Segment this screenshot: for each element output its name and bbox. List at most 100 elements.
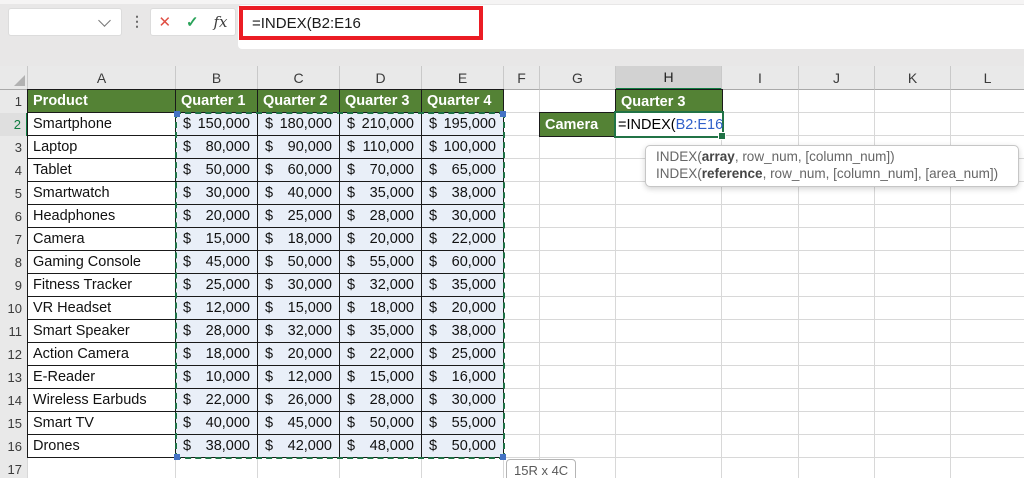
value-cell[interactable]: $32,000 bbox=[258, 320, 340, 343]
row-header-1[interactable]: 1 bbox=[0, 90, 28, 113]
select-all-corner[interactable] bbox=[0, 66, 28, 90]
row-header-13[interactable]: 13 bbox=[0, 366, 28, 389]
value-cell[interactable]: $90,000 bbox=[258, 136, 340, 159]
product-cell[interactable]: E-Reader bbox=[28, 366, 176, 389]
value-cell[interactable]: $30,000 bbox=[176, 182, 258, 205]
value-cell[interactable]: $22,000 bbox=[422, 228, 504, 251]
value-cell[interactable]: $55,000 bbox=[340, 251, 422, 274]
table-header-cell[interactable]: Quarter 2 bbox=[258, 90, 340, 113]
value-cell[interactable]: $50,000 bbox=[340, 412, 422, 435]
value-cell[interactable]: $50,000 bbox=[258, 251, 340, 274]
row-header-7[interactable]: 7 bbox=[0, 228, 28, 251]
value-cell[interactable]: $15,000 bbox=[258, 297, 340, 320]
value-cell[interactable]: $100,000 bbox=[422, 136, 504, 159]
value-cell[interactable]: $25,000 bbox=[422, 343, 504, 366]
value-cell[interactable]: $38,000 bbox=[176, 435, 258, 458]
value-cell[interactable]: $18,000 bbox=[340, 297, 422, 320]
chevron-down-icon[interactable] bbox=[98, 13, 111, 27]
cell-H2-formula-editor[interactable]: =INDEX(B2:E16 bbox=[614, 111, 726, 140]
value-cell[interactable]: $55,000 bbox=[422, 412, 504, 435]
value-cell[interactable]: $210,000 bbox=[340, 113, 422, 136]
row-header-15[interactable]: 15 bbox=[0, 412, 28, 435]
fill-handle[interactable] bbox=[718, 132, 726, 140]
value-cell[interactable]: $50,000 bbox=[422, 435, 504, 458]
column-header-B[interactable]: B bbox=[176, 66, 258, 90]
value-cell[interactable]: $22,000 bbox=[340, 343, 422, 366]
row-header-4[interactable]: 4 bbox=[0, 159, 28, 182]
value-cell[interactable]: $30,000 bbox=[258, 274, 340, 297]
product-cell[interactable]: Drones bbox=[28, 435, 176, 458]
value-cell[interactable]: $25,000 bbox=[258, 205, 340, 228]
product-cell[interactable]: Smartphone bbox=[28, 113, 176, 136]
value-cell[interactable]: $15,000 bbox=[176, 228, 258, 251]
row-header-6[interactable]: 6 bbox=[0, 205, 28, 228]
value-cell[interactable]: $110,000 bbox=[340, 136, 422, 159]
row-header-11[interactable]: 11 bbox=[0, 320, 28, 343]
value-cell[interactable]: $28,000 bbox=[176, 320, 258, 343]
product-cell[interactable]: Tablet bbox=[28, 159, 176, 182]
table-header-cell[interactable]: Product bbox=[28, 90, 176, 113]
product-cell[interactable]: Smart Speaker bbox=[28, 320, 176, 343]
row-header-3[interactable]: 3 bbox=[0, 136, 28, 159]
column-header-A[interactable]: A bbox=[28, 66, 176, 90]
name-box[interactable] bbox=[8, 8, 122, 36]
value-cell[interactable]: $10,000 bbox=[176, 366, 258, 389]
value-cell[interactable]: $12,000 bbox=[176, 297, 258, 320]
product-cell[interactable]: Smart TV bbox=[28, 412, 176, 435]
product-cell[interactable]: Headphones bbox=[28, 205, 176, 228]
product-cell[interactable]: Laptop bbox=[28, 136, 176, 159]
row-header-8[interactable]: 8 bbox=[0, 251, 28, 274]
column-header-J[interactable]: J bbox=[799, 66, 875, 90]
value-cell[interactable]: $40,000 bbox=[258, 182, 340, 205]
value-cell[interactable]: $30,000 bbox=[422, 205, 504, 228]
value-cell[interactable]: $42,000 bbox=[258, 435, 340, 458]
table-header-cell[interactable]: Quarter 1 bbox=[176, 90, 258, 113]
value-cell[interactable]: $15,000 bbox=[340, 366, 422, 389]
product-cell[interactable]: Smartwatch bbox=[28, 182, 176, 205]
column-header-H[interactable]: H bbox=[616, 66, 722, 90]
row-header-9[interactable]: 9 bbox=[0, 274, 28, 297]
value-cell[interactable]: $25,000 bbox=[176, 274, 258, 297]
column-header-F[interactable]: F bbox=[504, 66, 540, 90]
more-options-icon[interactable]: ⋮ bbox=[130, 8, 144, 34]
value-cell[interactable]: $20,000 bbox=[258, 343, 340, 366]
product-cell[interactable]: Action Camera bbox=[28, 343, 176, 366]
column-header-C[interactable]: C bbox=[258, 66, 340, 90]
value-cell[interactable]: $26,000 bbox=[258, 389, 340, 412]
row-header-14[interactable]: 14 bbox=[0, 389, 28, 412]
product-cell[interactable]: Gaming Console bbox=[28, 251, 176, 274]
formula-bar[interactable]: =INDEX(B2:E16 bbox=[238, 5, 1024, 49]
row-header-17[interactable]: 17 bbox=[0, 458, 28, 478]
row-header-10[interactable]: 10 bbox=[0, 297, 28, 320]
cell-G2-criteria[interactable]: Camera bbox=[539, 112, 617, 137]
value-cell[interactable]: $150,000 bbox=[176, 113, 258, 136]
value-cell[interactable]: $20,000 bbox=[340, 228, 422, 251]
value-cell[interactable]: $16,000 bbox=[422, 366, 504, 389]
value-cell[interactable]: $20,000 bbox=[176, 205, 258, 228]
cancel-icon[interactable]: ✕ bbox=[158, 15, 171, 30]
column-header-I[interactable]: I bbox=[722, 66, 799, 90]
column-header-E[interactable]: E bbox=[422, 66, 504, 90]
row-header-2[interactable]: 2 bbox=[0, 113, 28, 136]
product-cell[interactable]: Wireless Earbuds bbox=[28, 389, 176, 412]
column-header-L[interactable]: L bbox=[951, 66, 1024, 90]
row-header-16[interactable]: 16 bbox=[0, 435, 28, 458]
value-cell[interactable]: $35,000 bbox=[340, 320, 422, 343]
value-cell[interactable]: $22,000 bbox=[176, 389, 258, 412]
value-cell[interactable]: $60,000 bbox=[422, 251, 504, 274]
value-cell[interactable]: $32,000 bbox=[340, 274, 422, 297]
value-cell[interactable]: $18,000 bbox=[258, 228, 340, 251]
value-cell[interactable]: $50,000 bbox=[176, 159, 258, 182]
value-cell[interactable]: $60,000 bbox=[258, 159, 340, 182]
value-cell[interactable]: $28,000 bbox=[340, 389, 422, 412]
row-header-5[interactable]: 5 bbox=[0, 182, 28, 205]
product-cell[interactable]: Fitness Tracker bbox=[28, 274, 176, 297]
value-cell[interactable]: $35,000 bbox=[340, 182, 422, 205]
value-cell[interactable]: $80,000 bbox=[176, 136, 258, 159]
value-cell[interactable]: $40,000 bbox=[176, 412, 258, 435]
value-cell[interactable]: $195,000 bbox=[422, 113, 504, 136]
value-cell[interactable]: $35,000 bbox=[422, 274, 504, 297]
value-cell[interactable]: $38,000 bbox=[422, 320, 504, 343]
value-cell[interactable]: $48,000 bbox=[340, 435, 422, 458]
column-header-K[interactable]: K bbox=[875, 66, 951, 90]
